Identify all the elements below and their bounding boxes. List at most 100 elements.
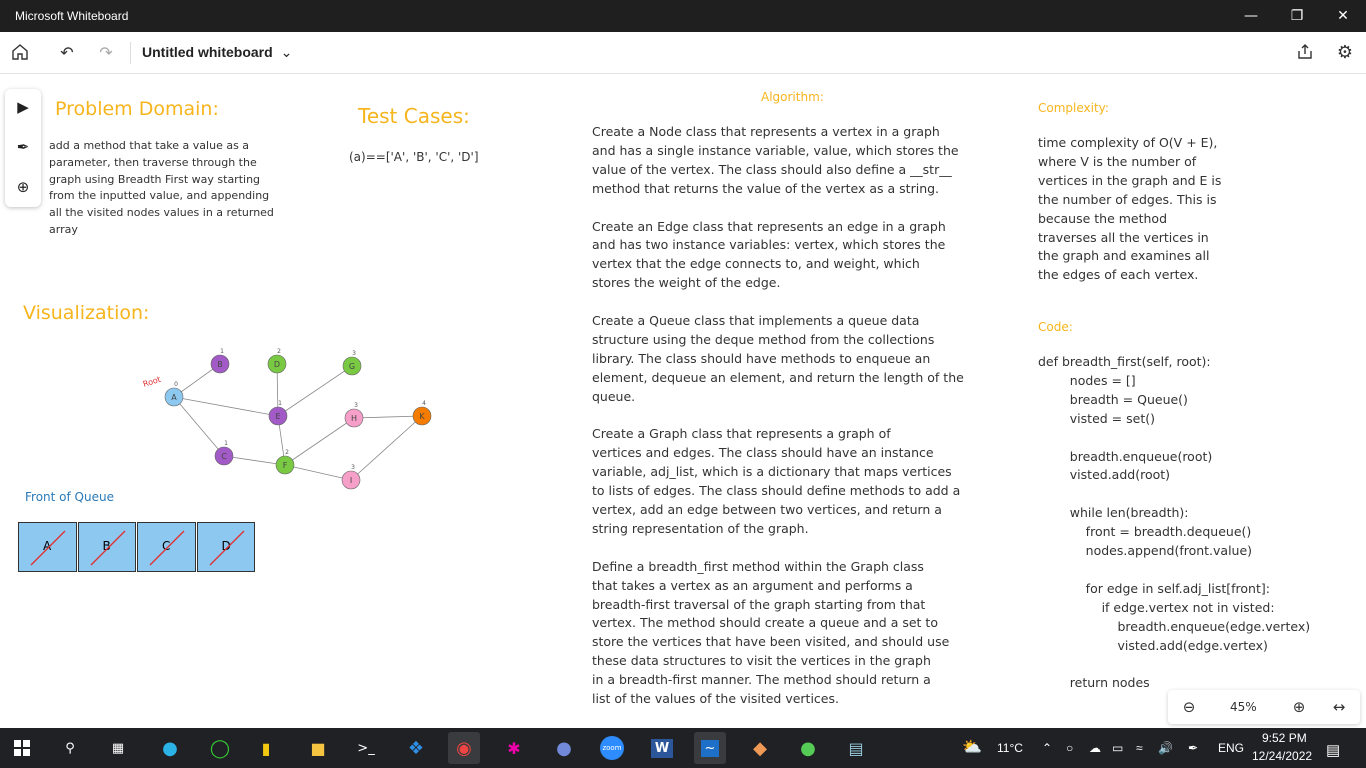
clock-time[interactable]: 9:52 PM [1262, 731, 1307, 745]
code-line: visted.add(root) [1038, 467, 1171, 483]
app-toolbar: ↶ ↷ Untitled whiteboard ⌄ ⚙ [0, 32, 1366, 74]
discord-app[interactable]: ● [548, 732, 580, 764]
word-app[interactable]: W [646, 732, 678, 764]
algorithm-line: element, dequeue an element, and return … [592, 369, 964, 385]
queue-cell: A [18, 522, 77, 572]
code-line: for edge in self.adj_list[front]: [1038, 580, 1270, 596]
minimize-button[interactable]: — [1228, 0, 1274, 32]
graph-node-weight: 1 [220, 348, 224, 355]
zoom-app[interactable]: zoom [596, 732, 628, 764]
share-icon [1298, 44, 1312, 59]
clock-date[interactable]: 12/24/2022 [1252, 749, 1312, 763]
minimize-icon: — [1244, 8, 1258, 24]
app-green-ring[interactable]: ◯ [204, 732, 236, 764]
battery-icon[interactable]: ▭ [1112, 741, 1123, 755]
complexity-line: because the method [1038, 210, 1168, 226]
volume-icon[interactable]: 🔊 [1158, 741, 1173, 755]
complexity-line: the graph and examines all [1038, 248, 1210, 264]
code-line: if edge.vertex not in visted: [1038, 599, 1275, 615]
zoom-in-button[interactable]: ⊕ [1288, 696, 1310, 718]
pen-workspace-icon[interactable]: ✒ [1188, 741, 1198, 755]
edge-A-C [173, 396, 225, 457]
restore-button[interactable]: ❐ [1274, 0, 1320, 32]
utorrent-app[interactable]: ● [792, 732, 824, 764]
select-tool[interactable]: ▶ [9, 93, 37, 121]
algorithm-line: queue. [592, 388, 636, 404]
queue-cell: D [196, 522, 255, 572]
share-button[interactable] [1293, 40, 1317, 64]
cursor-icon: ▶ [17, 98, 29, 116]
slack-app[interactable]: ✱ [498, 732, 530, 764]
wifi-icon[interactable]: ≈ [1136, 741, 1143, 755]
graph-node-label: G [349, 362, 355, 371]
algorithm-line: these data structures to visit the verti… [592, 653, 931, 669]
algorithm-line: stores the weight of the edge. [592, 275, 781, 291]
code-line: def breadth_first(self, root): [1038, 354, 1211, 369]
algorithm-line: Create a Graph class that represents a g… [592, 426, 891, 442]
algorithm-line: structure using the deque method from th… [592, 331, 935, 347]
close-button[interactable]: ✕ [1320, 0, 1366, 32]
utorrent-icon: ● [800, 737, 816, 759]
root-label: Root [142, 375, 162, 389]
close-icon: ✕ [1337, 8, 1349, 24]
vscode-icon: ❖ [407, 737, 425, 759]
notifications-icon[interactable]: ▤ [1326, 741, 1340, 759]
search-button[interactable]: ⚲ [54, 732, 86, 764]
algorithm-line: store the vertices that have been visite… [592, 634, 950, 650]
edge-app[interactable]: ● [154, 732, 186, 764]
start-button[interactable] [6, 732, 38, 764]
vscode-app[interactable]: ❖ [400, 732, 432, 764]
settings-button[interactable]: ⚙ [1333, 40, 1357, 64]
zoom-out-button[interactable]: ⊖ [1178, 696, 1200, 718]
code-line: nodes = [] [1038, 372, 1136, 388]
app-power-bi[interactable]: ▮ [250, 732, 282, 764]
algorithm-line: vertex, add an edge between two vertices… [592, 502, 942, 517]
code-heading: Code: [1038, 320, 1073, 334]
home-button[interactable] [8, 40, 32, 64]
app-diamond[interactable]: ◆ [744, 732, 776, 764]
task-view-button[interactable]: ▦ [102, 732, 134, 764]
tool-rail: ▶ ✒ ⊕ [5, 89, 41, 207]
fit-to-screen-button[interactable]: ↔ [1328, 696, 1350, 718]
problem-line: all the visited nodes values in a return… [49, 206, 274, 220]
graph-edges [173, 363, 423, 481]
zoom-controls: ⊖ 45% ⊕ ↔ [1168, 690, 1360, 724]
weather-icon: ⛅ [962, 737, 982, 756]
file-explorer-app[interactable]: ■ [302, 732, 334, 764]
graph-node-weight: 2 [285, 449, 289, 456]
edge-H-K [353, 415, 423, 419]
code-line: nodes.append(front.value) [1038, 543, 1253, 558]
terminal-app[interactable]: >_ [350, 732, 382, 764]
edge-icon: ● [162, 737, 178, 759]
graph-node-weight: 0 [174, 381, 178, 388]
algorithm-line: vertex. The method should create a queue… [592, 615, 938, 631]
chevron-down-icon: ⌄ [280, 44, 293, 60]
language-indicator[interactable]: ENG [1218, 741, 1244, 755]
meet-now-icon[interactable]: ○ [1066, 741, 1073, 755]
search-icon: ⚲ [65, 740, 75, 756]
app-notes[interactable]: ▤ [840, 732, 872, 764]
windows-icon [14, 740, 30, 756]
weather-temp[interactable]: 11°C [997, 741, 1023, 755]
graph-node-weight: 1 [278, 400, 282, 407]
edge-I-K [350, 415, 423, 481]
undo-button[interactable]: ↶ [55, 40, 79, 64]
board-title-dropdown[interactable]: Untitled whiteboard ⌄ [142, 44, 292, 61]
code-line: return nodes [1038, 675, 1150, 691]
onedrive-icon[interactable]: ☁ [1089, 741, 1101, 755]
edge-F-H [284, 417, 355, 466]
code-line: front = breadth.dequeue() [1038, 524, 1252, 540]
algorithm-line: method that returns the value of the ver… [592, 180, 940, 196]
add-tool[interactable]: ⊕ [9, 173, 37, 201]
graph-node-label: D [274, 360, 280, 369]
code-line: breadth.enqueue(root) [1038, 448, 1213, 464]
redo-button[interactable]: ↷ [94, 40, 118, 64]
pen-tool[interactable]: ✒ [9, 133, 37, 161]
algorithm-heading: Algorithm: [761, 90, 824, 104]
chevron-up-icon[interactable]: ⌃ [1042, 741, 1052, 755]
gear-icon: ⚙ [1336, 41, 1354, 63]
whiteboard-app[interactable]: ~ [694, 732, 726, 764]
chrome-app[interactable]: ◉ [448, 732, 480, 764]
graph-node-weight: 4 [422, 400, 426, 407]
restore-icon: ❐ [1290, 8, 1304, 24]
